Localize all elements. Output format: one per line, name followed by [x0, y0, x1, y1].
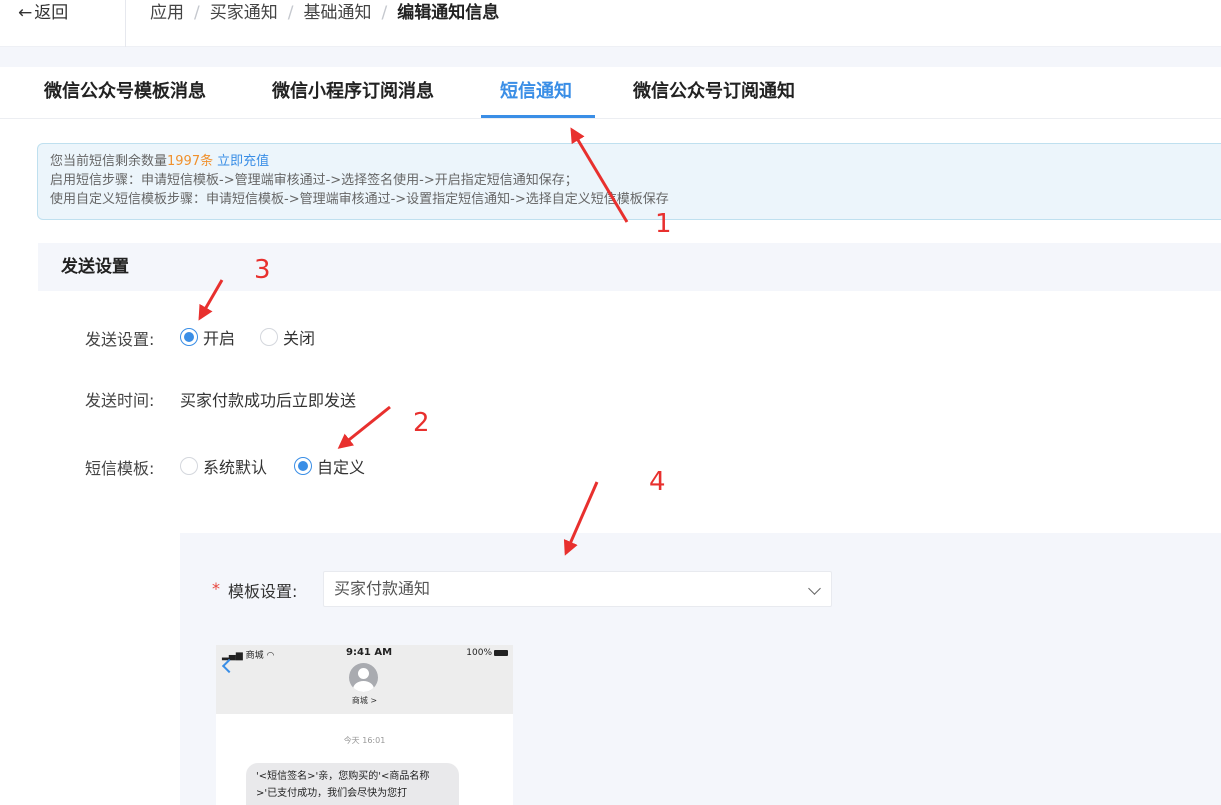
send-setting-off-radio[interactable]: 关闭: [260, 326, 315, 348]
enable-steps-text: 启用短信步骤：申请短信模板->管理端审核通过->选择签名使用->开启指定短信通知…: [50, 173, 578, 188]
radio-label: 开启: [203, 329, 236, 348]
breadcrumb-item-basic-notice[interactable]: 基础通知: [303, 3, 371, 23]
radio-unchecked-icon: [260, 328, 278, 346]
template-custom-radio[interactable]: 自定义: [294, 455, 365, 477]
breadcrumb-item-apps[interactable]: 应用: [150, 3, 184, 23]
phone-header: ▂▄▆ 商城 ◠ 9:41 AM 100% 商城 >: [216, 645, 513, 714]
breadcrumb: 应用 / 买家通知 / 基础通知 / 编辑通知信息: [150, 0, 499, 27]
active-tab-indicator: [481, 115, 595, 118]
radio-unchecked-icon: [180, 457, 198, 475]
contact-name: 商城 >: [351, 696, 378, 705]
sms-remaining-count: 1997条: [167, 154, 214, 169]
required-mark: *: [212, 579, 220, 598]
notification-tabs: 微信公众号模板消息 微信小程序订阅消息 短信通知 微信公众号订阅通知: [0, 67, 1221, 119]
annotation-number-3: 3: [254, 255, 271, 285]
breadcrumb-item-current: 编辑通知信息: [397, 3, 500, 23]
back-label: 返回: [34, 3, 69, 23]
radio-checked-icon: [294, 457, 312, 475]
template-setting-label: 模板设置:: [228, 582, 298, 601]
template-default-radio[interactable]: 系统默认: [180, 455, 267, 477]
tab-sms[interactable]: 短信通知: [500, 67, 572, 119]
template-select[interactable]: 买家付款通知: [323, 571, 832, 607]
message-bubble: '<短信签名>'亲，您购买的'<商品名称 >'已支付成功，我们会尽快为您打: [246, 763, 459, 805]
tab-wechat-template[interactable]: 微信公众号模板消息: [44, 67, 206, 119]
send-setting-on-radio[interactable]: 开启: [180, 326, 235, 348]
radio-checked-icon: [180, 328, 198, 346]
back-button[interactable]: ← 返回: [18, 0, 68, 27]
message-timestamp: 今天 16:01: [343, 736, 386, 745]
send-time-value: 买家付款成功后立即发送: [180, 391, 357, 410]
radio-label: 关闭: [283, 329, 316, 348]
send-setting-label: 发送设置:: [85, 330, 155, 349]
tab-miniprogram-subscribe[interactable]: 微信小程序订阅消息: [272, 67, 434, 119]
chevron-down-icon: [808, 582, 821, 595]
carrier-text: 商城: [245, 651, 264, 661]
sms-template-label: 短信模板:: [85, 459, 155, 478]
send-time-label: 发送时间:: [85, 391, 155, 410]
sms-phone-preview: ▂▄▆ 商城 ◠ 9:41 AM 100% 商城 > 今天 16:01 '<短信…: [216, 645, 513, 805]
breadcrumb-separator: /: [194, 3, 200, 23]
signal-icon: ▂▄▆: [222, 651, 243, 661]
sms-info-alert: 您当前短信剩余数量1997条 立即充值 启用短信步骤：申请短信模板->管理端审核通…: [37, 143, 1221, 220]
breadcrumb-separator: /: [381, 3, 388, 23]
top-header: ← 返回 应用 / 买家通知 / 基础通知 / 编辑通知信息: [0, 0, 1221, 47]
tab-wechat-subscribe[interactable]: 微信公众号订阅通知: [633, 67, 795, 119]
phone-status-right: 100%: [466, 648, 508, 658]
radio-label: 系统默认: [203, 458, 268, 477]
arrow-left-icon: ←: [18, 3, 33, 23]
annotation-number-4: 4: [649, 467, 666, 497]
custom-template-steps-text: 使用自定义短信模板步骤：申请短信模板->管理端审核通过->设置指定短信通知->选…: [50, 192, 669, 207]
send-settings-header: 发送设置: [38, 243, 1221, 291]
phone-status-time: 9:41 AM: [346, 647, 393, 658]
header-band: [0, 47, 1221, 67]
breadcrumb-separator: /: [287, 3, 294, 23]
battery-text: 100%: [466, 648, 492, 658]
wifi-icon: ◠: [266, 651, 275, 661]
sms-remaining-label: 您当前短信剩余数量: [50, 154, 168, 169]
breadcrumb-item-buyer-notice[interactable]: 买家通知: [210, 3, 278, 23]
annotation-arrow-2: [337, 405, 391, 449]
message-line: >'已支付成功，我们会尽快为您打: [256, 788, 408, 799]
section-title: 发送设置: [61, 257, 129, 277]
sms-remaining-line: 您当前短信剩余数量1997条 立即充值: [50, 152, 1221, 171]
template-select-value: 买家付款通知: [334, 579, 431, 598]
message-line: '<短信签名>'亲，您购买的'<商品名称: [256, 771, 430, 782]
chevron-left-icon: [221, 658, 237, 674]
battery-icon: [494, 649, 508, 656]
annotation-number-1: 1: [655, 209, 672, 239]
radio-label: 自定义: [317, 458, 366, 477]
recharge-link[interactable]: 立即充值: [217, 154, 269, 169]
header-divider: [125, 0, 126, 47]
annotation-number-2: 2: [413, 408, 430, 438]
avatar: [349, 663, 378, 692]
